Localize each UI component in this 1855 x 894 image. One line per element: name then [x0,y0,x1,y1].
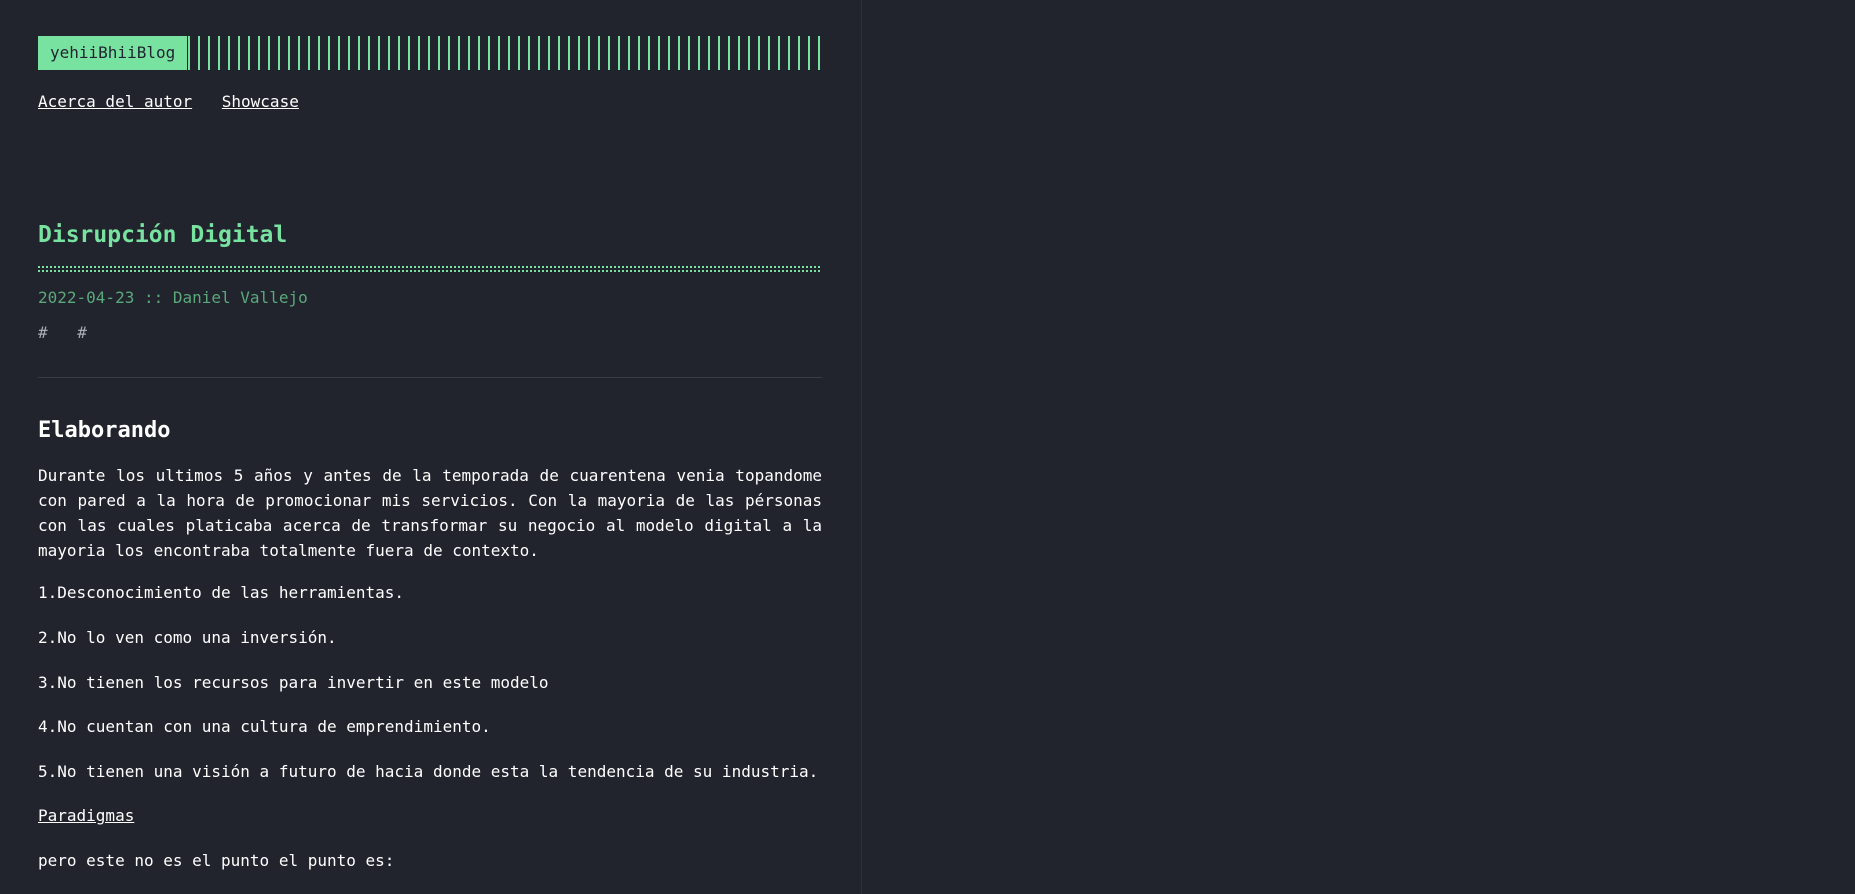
site-header: yehiiBhiiBlog [38,36,822,70]
site-logo[interactable]: yehiiBhiiBlog [38,36,188,70]
list-item: 3.No tienen los recursos para invertir e… [38,673,549,692]
nav-link-acerca-del-autor[interactable]: Acerca del autor [38,92,192,111]
paradigmas-link[interactable]: Paradigmas [38,806,134,825]
content-divider [38,377,822,378]
logo-decoration-bars [188,36,822,70]
closing-paragraph: pero este no es el punto el punto es: [38,851,395,870]
main-nav: Acerca del autor Showcase [38,92,319,111]
column-divider [861,0,862,894]
title-underline-decoration [38,264,822,272]
post-tags: # # [38,323,107,342]
post-title: Disrupción Digital [38,222,288,248]
page: yehiiBhiiBlog Acerca del autor Showcase … [0,0,1855,894]
section-heading: Elaborando [38,418,171,443]
list-item: 1.Desconocimiento de las herramientas. [38,583,405,602]
tag-link[interactable]: # [77,323,87,342]
list-item: 4.No cuentan con una cultura de emprendi… [38,717,491,736]
tag-link[interactable]: # [38,323,48,342]
nav-link-showcase[interactable]: Showcase [222,92,299,111]
list-item: 2.No lo ven como una inversión. [38,628,337,647]
post-meta: 2022-04-23 :: Daniel Vallejo [38,288,308,307]
list-item: 5.No tienen una visión a futuro de hacia… [38,762,819,781]
intro-paragraph: Durante los ultimos 5 años y antes de la… [38,466,822,560]
